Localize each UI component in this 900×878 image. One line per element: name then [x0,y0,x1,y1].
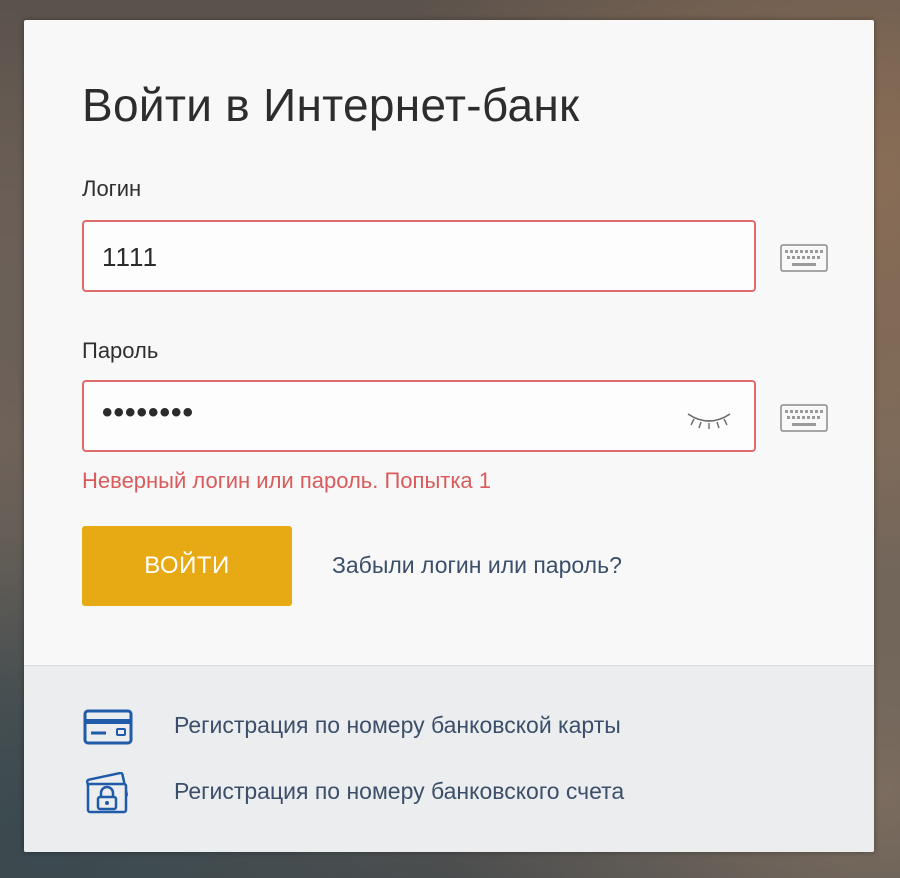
error-message: Неверный логин или пароль. Попытка 1 [82,468,492,493]
login-label: Логин [82,176,142,201]
register-by-account-label: Регистрация по номеру банковского счета [174,778,625,804]
register-by-account-link[interactable]: Регистрация по номеру банковского счета [82,772,782,814]
eye-closed-icon[interactable] [686,408,732,430]
register-by-card-link[interactable]: Регистрация по номеру банковской карты [82,706,782,746]
bank-card-icon [83,709,133,745]
login-button[interactable]: ВОЙТИ [82,526,292,606]
password-field[interactable]: •••••••• [82,380,756,452]
login-value: 1111 [102,242,159,272]
password-label: Пароль [82,338,159,363]
registration-section: Регистрация по номеру банковской карты Р… [24,665,874,852]
money-lock-icon [85,772,128,814]
forgot-credentials-link[interactable]: Забыли логин или пароль? [332,552,622,579]
password-value: •••••••• [102,396,195,429]
keyboard-icon[interactable] [780,404,828,432]
login-card: Войти в Интернет-банк Логин 1111 Пароль … [24,20,874,852]
register-by-card-label: Регистрация по номеру банковской карты [174,712,621,738]
page-title: Войти в Интернет-банк [82,79,580,131]
keyboard-icon[interactable] [780,244,828,272]
login-field[interactable]: 1111 [82,220,756,292]
